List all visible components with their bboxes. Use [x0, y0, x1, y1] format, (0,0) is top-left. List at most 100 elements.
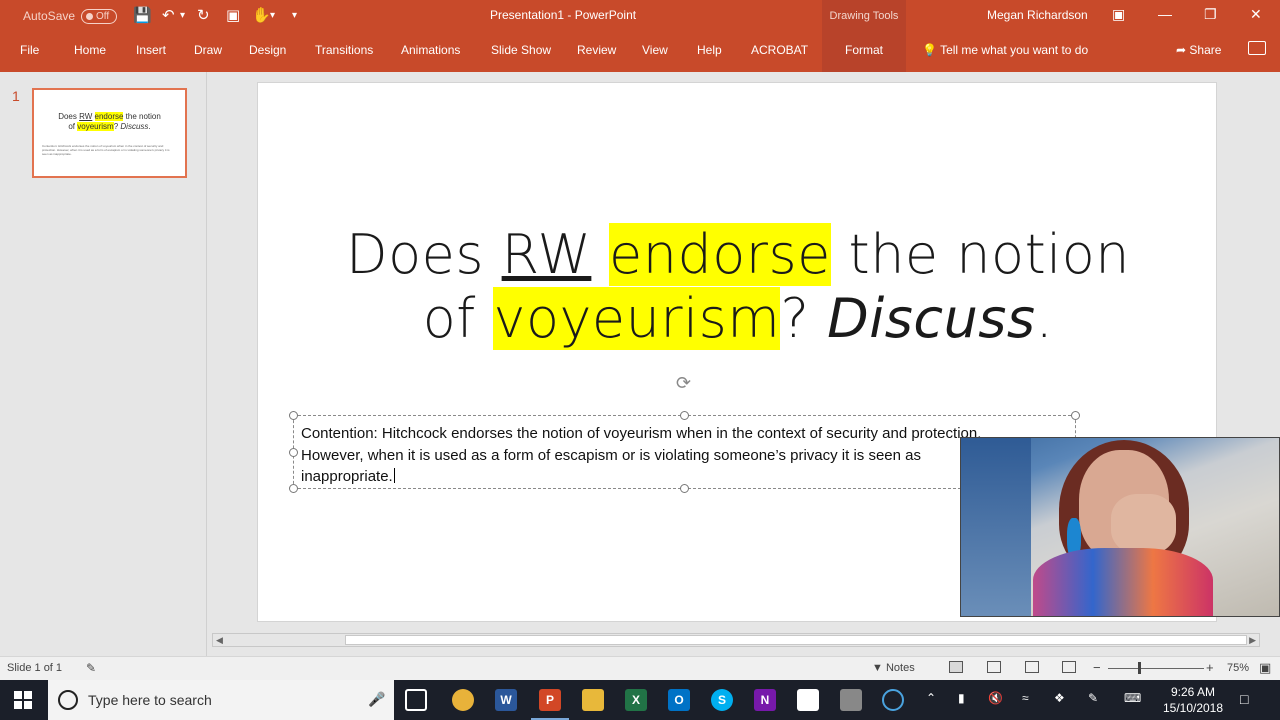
touch-mode-icon[interactable]: ✋ [252, 6, 271, 24]
close-icon[interactable]: ✕ [1250, 6, 1262, 23]
tell-me-text: Tell me what you want to do [940, 43, 1089, 57]
tab-view[interactable]: View [642, 43, 668, 57]
slide-show-view-icon[interactable] [1062, 661, 1076, 673]
microphone-icon[interactable]: 🎤 [368, 691, 385, 708]
fit-to-window-icon[interactable]: ▣ [1259, 660, 1271, 676]
skype-icon[interactable]: S [711, 689, 733, 711]
scroll-right-icon[interactable]: ▶ [1249, 634, 1256, 646]
autosave-toggle[interactable]: Off [81, 9, 117, 24]
body-line: Contention: Hitchcock endorses the notio… [301, 425, 982, 442]
notifications-icon[interactable]: □ [1240, 691, 1248, 707]
autosave-label: AutoSave [23, 9, 76, 23]
resize-handle[interactable] [289, 484, 298, 493]
share-label: Share [1189, 43, 1222, 57]
slide-sorter-icon[interactable] [987, 661, 1001, 673]
tab-help[interactable]: Help [697, 43, 722, 57]
rotate-handle-icon[interactable]: ⟳ [676, 373, 691, 394]
drawing-tools-label: Drawing Tools [822, 0, 906, 32]
dropbox-icon[interactable]: ❖ [1054, 691, 1065, 705]
cortana-icon [58, 690, 78, 710]
share-button[interactable]: ➦ Share [1176, 43, 1221, 57]
user-name[interactable]: Megan Richardson [987, 8, 1088, 22]
normal-view-icon[interactable] [949, 661, 963, 673]
ribbon-display-options-icon[interactable]: ▣ [1112, 6, 1125, 23]
zoom-out-icon[interactable]: − [1093, 660, 1101, 675]
notes-button[interactable]: ▼ Notes [872, 662, 915, 674]
comments-icon[interactable] [1248, 41, 1266, 55]
show-hidden-icons-icon[interactable]: ⌃ [926, 691, 936, 705]
redo-icon[interactable]: ↻ [197, 6, 210, 24]
zoom-slider-knob[interactable] [1138, 662, 1141, 674]
search-placeholder: Type here to search [88, 692, 212, 708]
undo-dropdown-icon[interactable]: ▾ [180, 10, 185, 21]
customize-qat-icon[interactable]: ▾ [292, 10, 297, 21]
text-cursor [393, 468, 395, 483]
pen-icon[interactable]: ✎ [1088, 691, 1098, 705]
chrome-icon[interactable] [452, 689, 474, 711]
battery-icon[interactable]: ▮ [958, 691, 965, 705]
tab-draw[interactable]: Draw [194, 43, 222, 57]
restore-icon[interactable]: ❐ [1204, 6, 1217, 23]
scroll-left-icon[interactable]: ◀ [216, 634, 223, 646]
tab-slide-show[interactable]: Slide Show [491, 43, 551, 57]
save-icon[interactable]: 💾 [133, 6, 152, 24]
document-title: Presentation1 - PowerPoint [490, 8, 637, 22]
resize-handle[interactable] [289, 448, 298, 457]
file-explorer-icon[interactable] [582, 689, 604, 711]
clock-time: 9:26 AM [1170, 685, 1216, 699]
tab-acrobat[interactable]: ACROBAT [751, 43, 808, 57]
taskbar-clock[interactable]: 9:26 AM 15/10/2018 [1160, 684, 1226, 716]
accessibility-icon[interactable]: ✎ [86, 661, 96, 675]
resize-handle[interactable] [680, 411, 689, 420]
touch-dropdown-icon[interactable]: ▾ [270, 10, 275, 21]
outlook-icon[interactable]: O [668, 689, 690, 711]
excel-icon[interactable]: X [625, 689, 647, 711]
thumbnail-body: Contention: Hitchcock endorses the notio… [42, 144, 170, 156]
ribbon-tabs: File Home Insert Draw Design Transitions… [0, 32, 1280, 72]
slide-thumbnail[interactable]: Does RW endorse the notion of voyeurism?… [32, 88, 187, 178]
powerpoint-icon[interactable]: P [539, 689, 561, 711]
wifi-icon[interactable]: ≈ [1022, 691, 1029, 705]
tab-animations[interactable]: Animations [401, 43, 460, 57]
sticky-notes-icon[interactable] [797, 689, 819, 711]
share-icon: ➦ [1176, 43, 1190, 57]
zoom-level[interactable]: 75% [1227, 662, 1249, 674]
resize-handle[interactable] [289, 411, 298, 420]
windows-start-icon[interactable] [14, 691, 32, 709]
body-textbox[interactable]: Contention: Hitchcock endorses the notio… [289, 411, 1080, 493]
horizontal-scrollbar[interactable]: ◀ ▶ [212, 633, 1260, 647]
onenote-icon[interactable]: N [754, 689, 776, 711]
slide-title[interactable]: Does RW endorse the notion of voyeurism?… [338, 223, 1138, 351]
title-bar: AutoSave Off 💾 ↶ ▾ ↻ ▣ ✋ ▾ ▾ Presentatio… [0, 0, 1280, 32]
title-rw: RW [501, 223, 592, 286]
zoom-slider[interactable] [1108, 668, 1204, 669]
body-line: inappropriate. [301, 468, 393, 485]
tab-review[interactable]: Review [577, 43, 616, 57]
minimize-icon[interactable]: — [1158, 6, 1172, 22]
title-voyeurism-highlight: voyeurism [493, 287, 781, 350]
webcam-person-clothing [1033, 548, 1213, 616]
keyboard-icon[interactable]: ⌨ [1124, 691, 1141, 705]
body-text[interactable]: Contention: Hitchcock endorses the notio… [301, 423, 1071, 488]
word-icon[interactable]: W [495, 689, 517, 711]
tell-me-search[interactable]: 💡 Tell me what you want to do [922, 43, 1088, 57]
tab-design[interactable]: Design [249, 43, 286, 57]
task-view-icon[interactable] [405, 689, 427, 711]
tab-transitions[interactable]: Transitions [315, 43, 373, 57]
tab-file[interactable]: File [20, 43, 39, 57]
undo-icon[interactable]: ↶ [162, 6, 175, 24]
reading-view-icon[interactable] [1025, 661, 1039, 673]
zoom-in-icon[interactable]: + [1206, 660, 1214, 675]
tab-insert[interactable]: Insert [136, 43, 166, 57]
resize-handle[interactable] [1071, 411, 1080, 420]
screen-recorder-icon[interactable] [882, 689, 904, 711]
present-icon[interactable]: ▣ [226, 6, 240, 24]
tab-format[interactable]: Format [822, 32, 906, 72]
windows-taskbar: Type here to search 🎤 W P X O S N ⌃ ▮ 🔇 … [0, 680, 1280, 720]
volume-muted-icon[interactable]: 🔇 [988, 691, 1003, 705]
tab-home[interactable]: Home [74, 43, 106, 57]
scrollbar-thumb[interactable] [345, 635, 1247, 645]
taskbar-search[interactable]: Type here to search 🎤 [48, 680, 394, 720]
wps-icon[interactable] [840, 689, 862, 711]
title-text: Does [345, 223, 502, 286]
